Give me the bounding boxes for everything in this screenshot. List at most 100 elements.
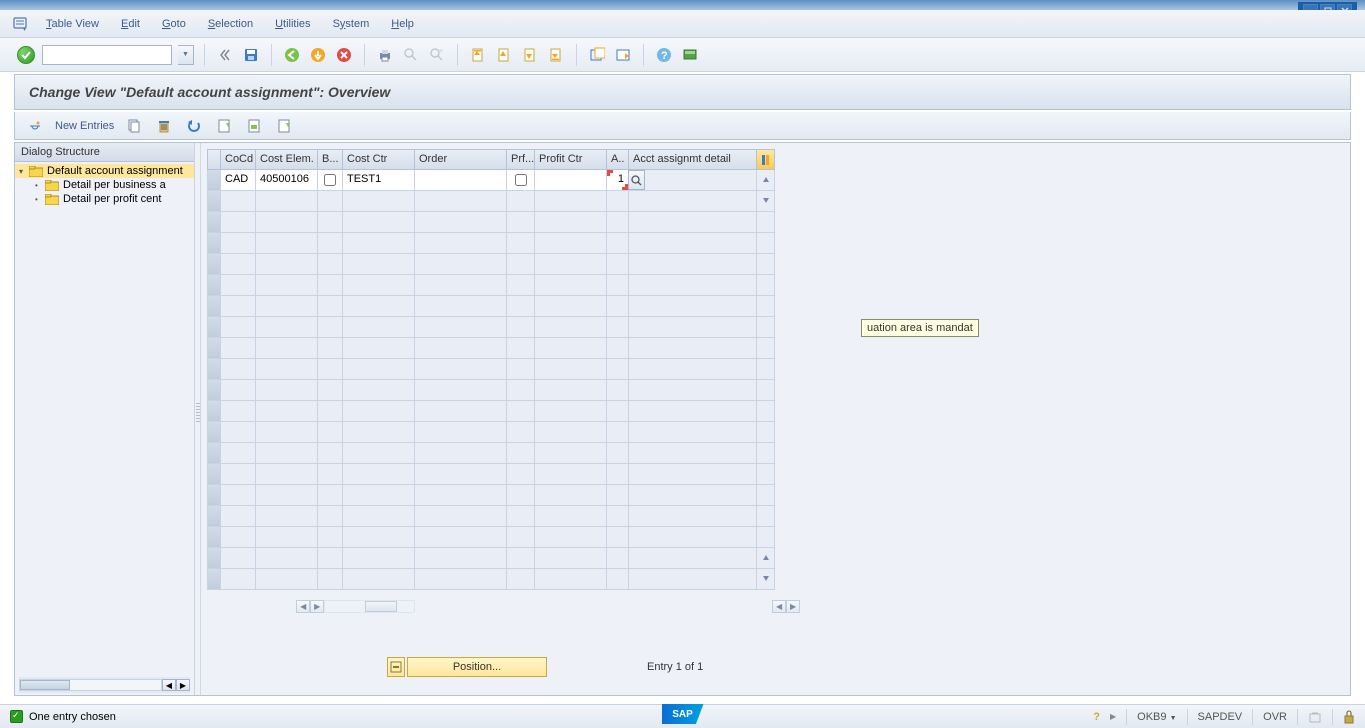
table-row-empty[interactable] [207, 569, 800, 590]
col-cocd[interactable]: CoCd [221, 149, 256, 170]
table-row-empty[interactable] [207, 380, 800, 401]
menu-help[interactable]: Help [391, 18, 414, 30]
system-menu-icon[interactable] [12, 16, 28, 32]
col-detail[interactable]: Acct assignmt detail [629, 149, 757, 170]
lock-icon[interactable] [1343, 710, 1355, 724]
back-chevron-icon[interactable] [215, 45, 235, 65]
empty-cell [415, 548, 507, 569]
menu-utilities[interactable]: Utilities [275, 18, 310, 30]
create-session-icon[interactable] [587, 45, 607, 65]
undo-icon[interactable] [184, 116, 204, 136]
tree-node-profit-center[interactable]: • Detail per profit cent [15, 192, 194, 206]
hscroll-thumb[interactable] [365, 601, 397, 612]
table-row-empty[interactable] [207, 422, 800, 443]
menu-selection[interactable]: Selection [208, 18, 253, 30]
copy-as-icon[interactable] [124, 116, 144, 136]
table-row-empty[interactable] [207, 212, 800, 233]
cell-profitctr[interactable] [535, 170, 607, 191]
deselect-all-icon[interactable] [274, 116, 294, 136]
last-page-icon[interactable] [546, 45, 566, 65]
tree-hscroll[interactable]: ◀ ▶ [19, 677, 190, 693]
help-indicator-icon[interactable]: ? [1093, 711, 1100, 723]
changeable-icon[interactable] [1308, 710, 1322, 724]
cell-costelem[interactable]: 40500106 [256, 170, 318, 191]
table-row-empty[interactable] [207, 464, 800, 485]
f4-help-icon[interactable] [628, 170, 645, 190]
save-icon[interactable] [241, 45, 261, 65]
table-row-empty[interactable] [207, 401, 800, 422]
menu-table-view[interactable]: Table View [46, 18, 99, 30]
col-prf[interactable]: Prf... [507, 149, 535, 170]
hscroll-right2-icon[interactable]: ▶ [786, 600, 800, 613]
help-icon[interactable]: ? [654, 45, 674, 65]
scroll-down-icon[interactable] [757, 191, 775, 212]
next-page-icon[interactable] [520, 45, 540, 65]
position-button[interactable]: Position... [407, 657, 547, 677]
table-row-empty[interactable] [207, 296, 800, 317]
configure-columns-icon[interactable] [757, 149, 775, 170]
cell-b-checkbox[interactable] [318, 170, 343, 191]
table-row-empty[interactable] [207, 254, 800, 275]
command-dropdown[interactable]: ▼ [178, 45, 194, 65]
col-selector[interactable] [207, 149, 221, 170]
tree-node-business-area[interactable]: • Detail per business a [15, 178, 194, 192]
command-field[interactable] [42, 45, 172, 65]
nav-arrow-icon[interactable]: ▶ [1110, 712, 1116, 721]
prev-page-icon[interactable] [494, 45, 514, 65]
first-page-icon[interactable] [468, 45, 488, 65]
table-row-empty[interactable] [207, 191, 800, 212]
cell-costctr[interactable]: TEST1 [343, 170, 415, 191]
hscroll-left2-icon[interactable]: ◀ [772, 600, 786, 613]
grid-hscroll[interactable]: ◀ ▶ ◀ ▶ [207, 599, 800, 614]
tree-node-default-account[interactable]: ▾ Default account assignment [15, 164, 194, 178]
generate-shortcut-icon[interactable] [613, 45, 633, 65]
col-order[interactable]: Order [415, 149, 507, 170]
hscroll-left-icon[interactable]: ◀ [296, 600, 310, 613]
scroll-up2-icon[interactable] [757, 548, 775, 569]
cell-prf-checkbox[interactable] [507, 170, 535, 191]
table-row-empty[interactable] [207, 548, 800, 569]
find-icon[interactable] [401, 45, 421, 65]
hscroll-right-icon[interactable]: ▶ [310, 600, 324, 613]
find-next-icon[interactable]: + [427, 45, 447, 65]
select-block-icon[interactable] [244, 116, 264, 136]
menu-system[interactable]: System [333, 18, 370, 30]
position-icon[interactable] [387, 657, 405, 677]
table-row-empty[interactable] [207, 275, 800, 296]
enter-button[interactable] [16, 45, 36, 65]
cell-order[interactable] [415, 170, 507, 191]
col-costelem[interactable]: Cost Elem. [256, 149, 318, 170]
table-row-empty[interactable] [207, 359, 800, 380]
table-row[interactable]: CAD 40500106 TEST1 1 [207, 170, 800, 191]
row-selector[interactable] [207, 170, 221, 191]
col-b[interactable]: B... [318, 149, 343, 170]
back-icon[interactable] [282, 45, 302, 65]
col-profitctr[interactable]: Profit Ctr [535, 149, 607, 170]
table-row-empty[interactable] [207, 338, 800, 359]
table-row-empty[interactable] [207, 527, 800, 548]
table-row-empty[interactable] [207, 317, 800, 338]
select-all-icon[interactable] [214, 116, 234, 136]
tcode-label[interactable]: OKB9 ▼ [1137, 711, 1176, 723]
cancel-icon[interactable] [334, 45, 354, 65]
menu-goto[interactable]: Goto [162, 18, 186, 30]
new-entries-button[interactable]: New Entries [55, 120, 114, 132]
grid-vscroll[interactable] [800, 149, 814, 599]
expand-icon[interactable] [25, 116, 45, 136]
col-a[interactable]: A.. [607, 149, 629, 170]
customize-layout-icon[interactable] [680, 45, 700, 65]
scroll-up-icon[interactable] [757, 170, 775, 191]
delete-icon[interactable] [154, 116, 174, 136]
print-icon[interactable] [375, 45, 395, 65]
menu-edit[interactable]: Edit [121, 18, 140, 30]
table-row-empty[interactable] [207, 443, 800, 464]
scroll-down2-icon[interactable] [757, 569, 775, 590]
cell-cocd[interactable]: CAD [221, 170, 256, 191]
exit-icon[interactable] [308, 45, 328, 65]
collapse-icon[interactable]: ▾ [19, 167, 29, 176]
table-row-empty[interactable] [207, 506, 800, 527]
col-costctr[interactable]: Cost Ctr [343, 149, 415, 170]
table-row-empty[interactable] [207, 233, 800, 254]
table-row-empty[interactable] [207, 485, 800, 506]
cell-a-active[interactable]: 1 [607, 170, 629, 191]
